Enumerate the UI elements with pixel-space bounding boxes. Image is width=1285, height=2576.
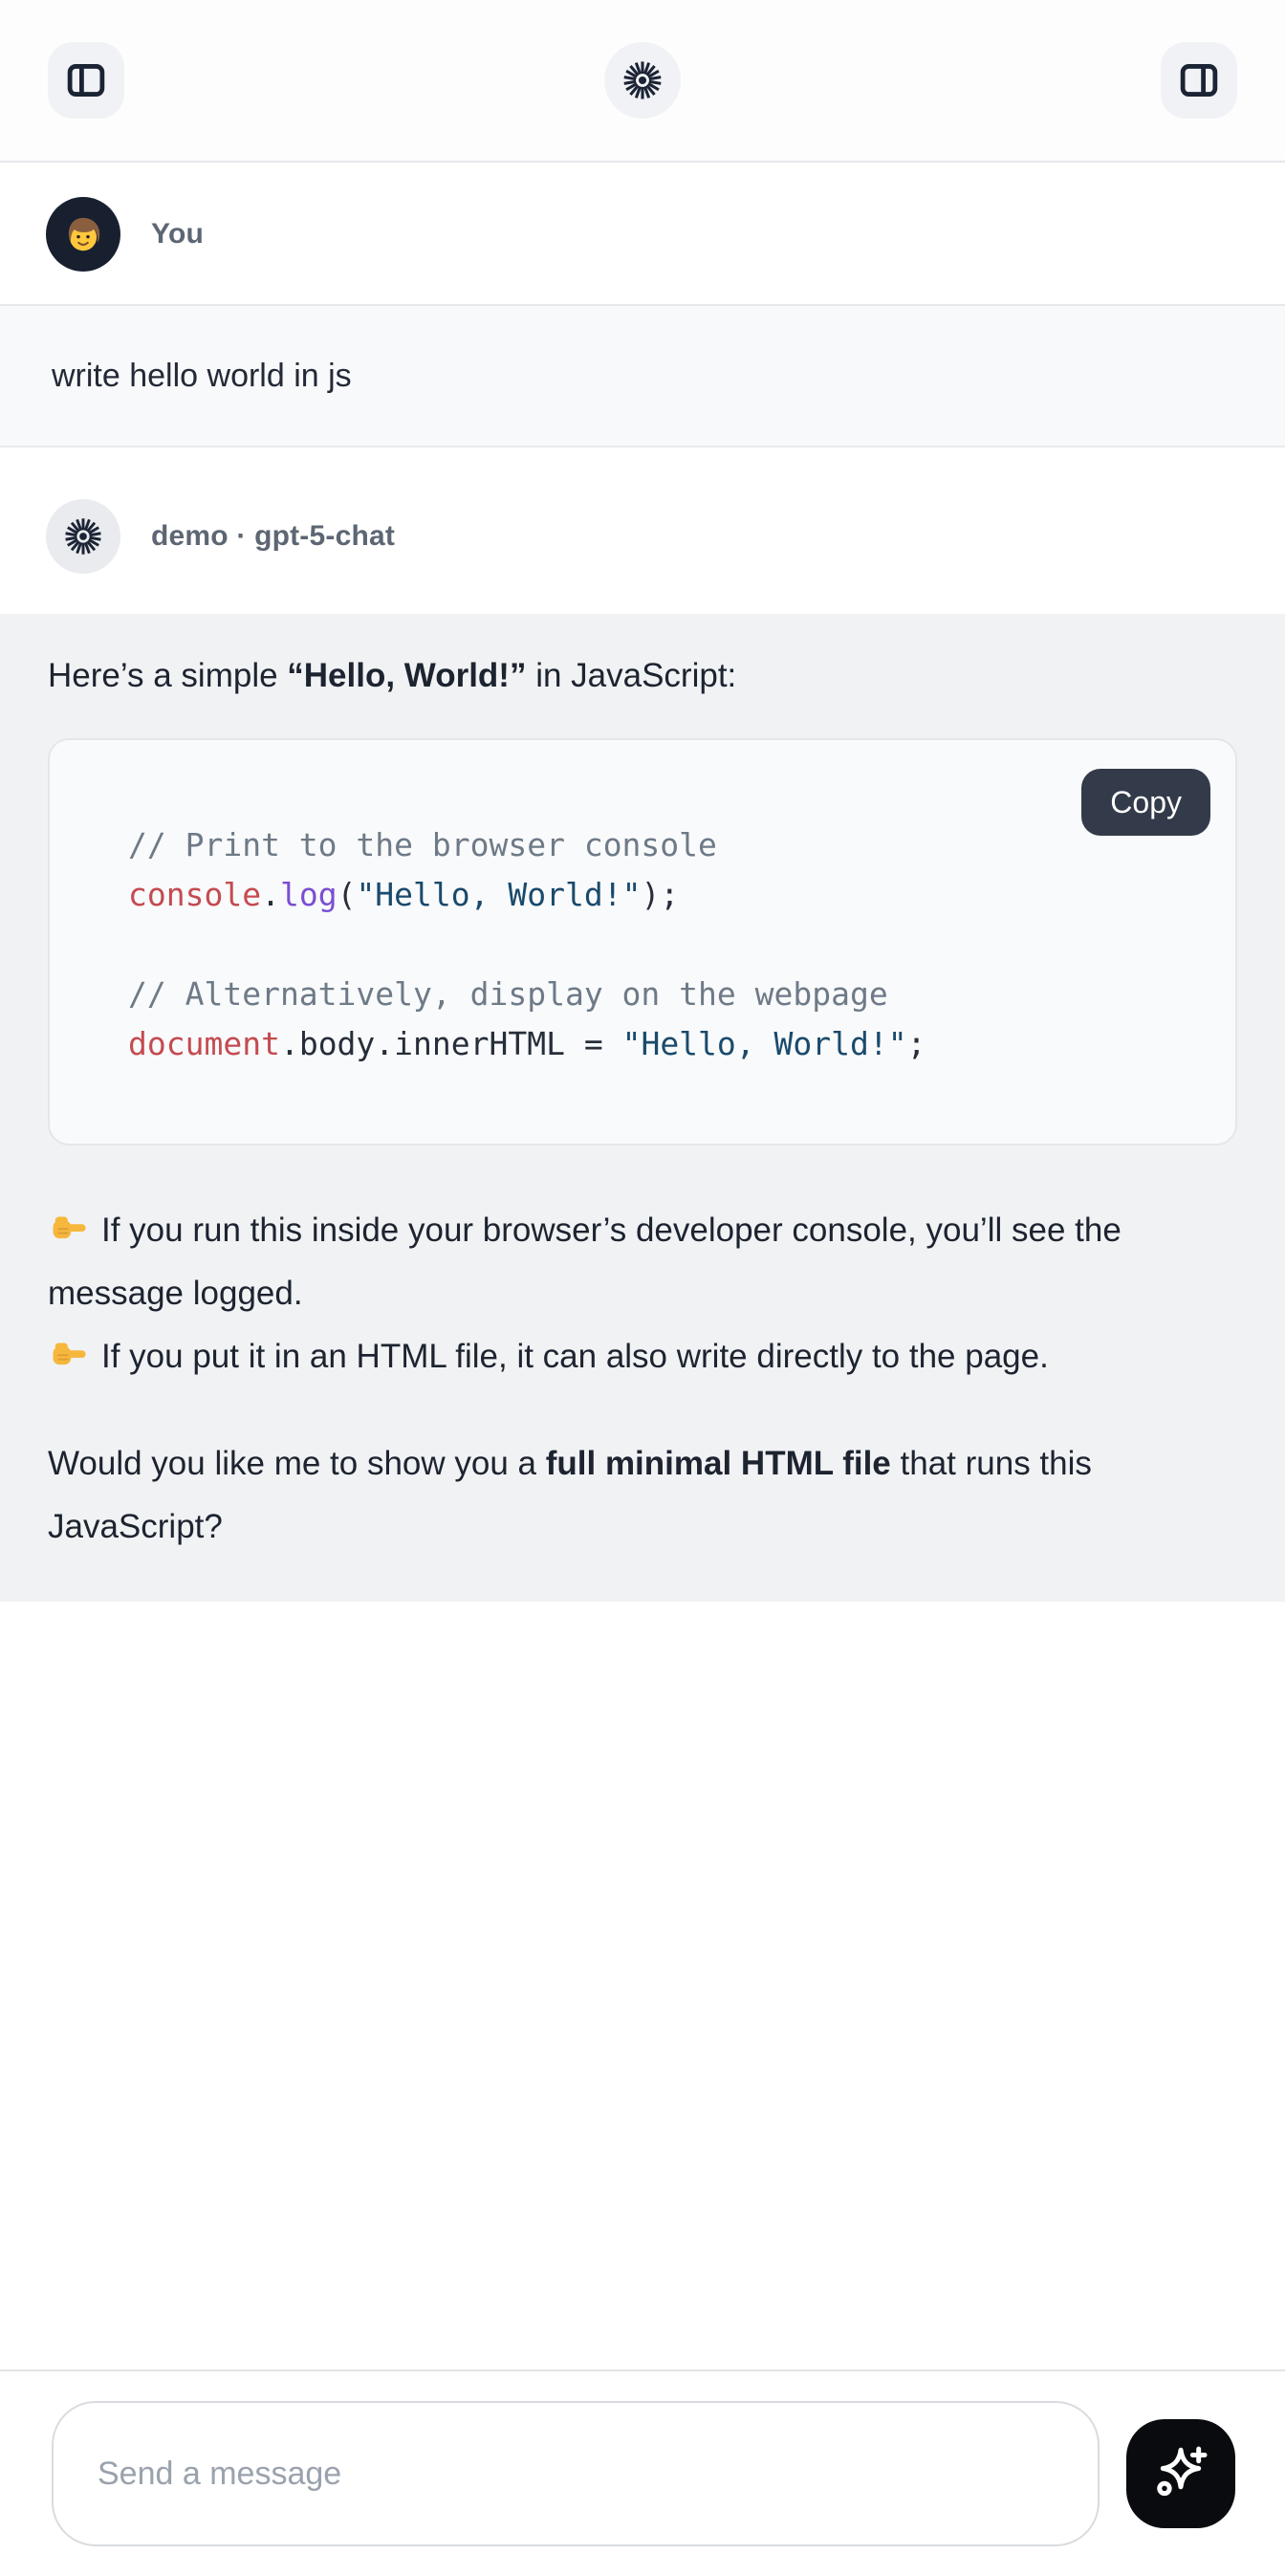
closing-text-bold: full minimal HTML file bbox=[546, 1445, 891, 1482]
note-text: If you put it in an HTML file, it can al… bbox=[101, 1338, 1049, 1375]
copy-code-button[interactable]: Copy bbox=[1081, 769, 1210, 836]
sidebar-toggle-button[interactable] bbox=[48, 42, 124, 119]
assistant-message-header: demo · gpt-5-chat bbox=[0, 448, 1285, 614]
code-line: // Alternatively, display on the webpage bbox=[128, 970, 1197, 1019]
code-block: Copy // Print to the browser consolecons… bbox=[48, 738, 1237, 1146]
starburst-icon bbox=[621, 58, 664, 102]
chat-transcript: You write hello world in js bbox=[0, 163, 1285, 1602]
code-line: console.log("Hello, World!"); bbox=[128, 870, 1197, 920]
intro-text-post: in JavaScript: bbox=[526, 657, 736, 694]
message-input[interactable] bbox=[52, 2401, 1100, 2546]
point-right-emoji-icon bbox=[48, 1206, 90, 1248]
assistant-avatar bbox=[46, 499, 120, 574]
code-line: document.body.innerHTML = "Hello, World!… bbox=[128, 1019, 1197, 1069]
intro-text-bold: “Hello, World!” bbox=[287, 657, 526, 694]
intro-text-pre: Here’s a simple bbox=[48, 657, 287, 694]
code-line bbox=[128, 920, 1197, 970]
note-line: If you run this inside your browser’s de… bbox=[48, 1199, 1237, 1325]
note-line: If you put it in an HTML file, it can al… bbox=[48, 1325, 1237, 1388]
chat-app: You write hello world in js bbox=[0, 0, 1285, 2576]
point-right-emoji-icon bbox=[48, 1332, 90, 1374]
panel-right-icon bbox=[1177, 58, 1221, 102]
closing-text-pre: Would you like me to show you a bbox=[48, 1445, 546, 1482]
user-avatar bbox=[46, 197, 120, 272]
sparkle-icon bbox=[1149, 2442, 1212, 2505]
composer-bar bbox=[0, 2369, 1285, 2576]
user-message-text: write hello world in js bbox=[52, 358, 352, 394]
send-button[interactable] bbox=[1126, 2419, 1235, 2528]
code-line: // Print to the browser console bbox=[128, 820, 1197, 870]
starburst-icon bbox=[62, 515, 104, 557]
user-message-bubble: write hello world in js bbox=[0, 304, 1285, 448]
right-panel-toggle-button[interactable] bbox=[1161, 42, 1237, 119]
transcript-empty-space bbox=[0, 1602, 1285, 2369]
notes-paragraph: If you run this inside your browser’s de… bbox=[48, 1199, 1237, 1388]
closing-paragraph: Would you like me to show you a full min… bbox=[48, 1432, 1181, 1559]
person-emoji-icon bbox=[59, 210, 107, 258]
app-logo-button[interactable] bbox=[604, 42, 681, 119]
intro-paragraph: Here’s a simple “Hello, World!” in JavaS… bbox=[48, 652, 1237, 700]
user-sender-label: You bbox=[151, 218, 204, 251]
user-message-header: You bbox=[0, 163, 1285, 304]
note-text: If you run this inside your browser’s de… bbox=[48, 1212, 1122, 1312]
panel-left-icon bbox=[64, 58, 108, 102]
code-content: // Print to the browser consoleconsole.l… bbox=[128, 820, 1197, 1069]
assistant-sender-label: demo · gpt-5-chat bbox=[151, 520, 395, 553]
assistant-message-body: Here’s a simple “Hello, World!” in JavaS… bbox=[0, 614, 1285, 1602]
top-bar bbox=[0, 0, 1285, 163]
